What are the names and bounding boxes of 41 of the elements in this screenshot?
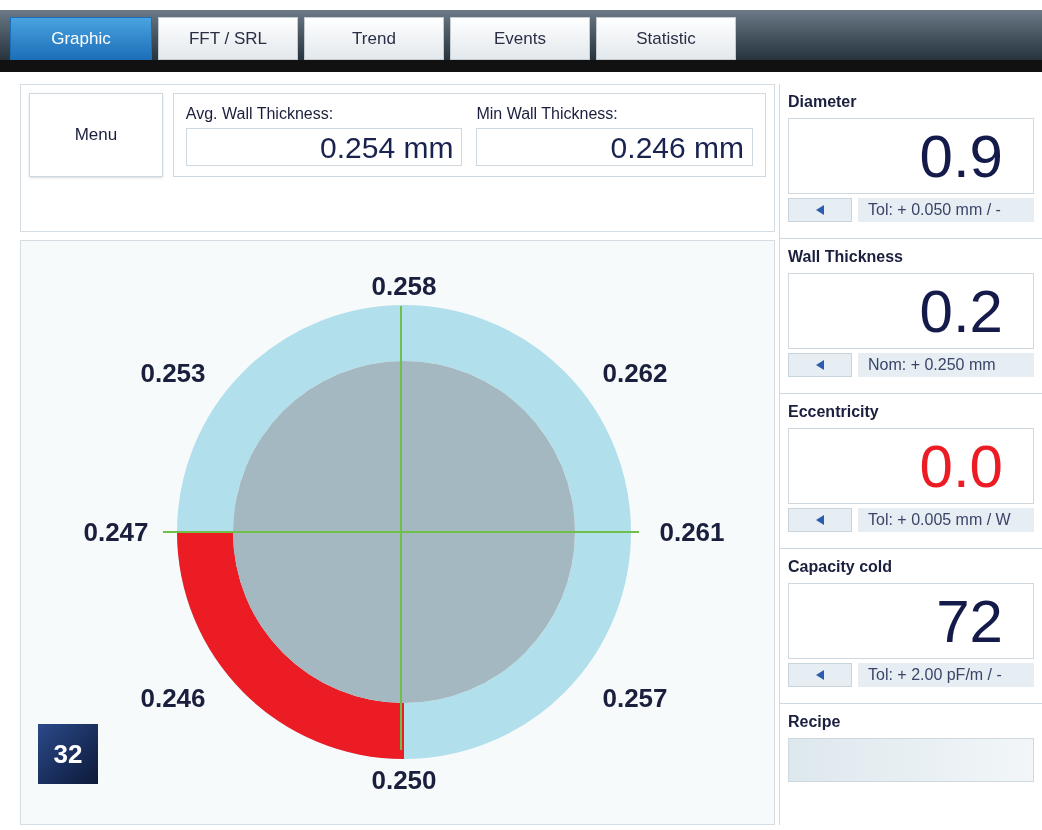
left-arrow-button[interactable] bbox=[788, 663, 852, 687]
measurement-value: 0.9 bbox=[788, 118, 1034, 194]
left-arrow-button[interactable] bbox=[788, 353, 852, 377]
sector-value: 0.247 bbox=[83, 519, 149, 545]
sector-value: 0.258 bbox=[371, 273, 437, 299]
measurement-title: Wall Thickness bbox=[788, 247, 904, 267]
menu-button[interactable]: Menu bbox=[29, 93, 163, 177]
summary-value: 0.246 mm bbox=[476, 128, 753, 166]
left-arrow-icon bbox=[816, 515, 824, 525]
sector-value: 0.257 bbox=[602, 685, 668, 711]
measurement-title: Eccentricity bbox=[788, 402, 880, 422]
left-arrow-icon bbox=[816, 670, 824, 680]
tolerance-field: Tol: + 2.00 pF/m / - bbox=[858, 663, 1034, 687]
left-arrow-button[interactable] bbox=[788, 198, 852, 222]
measurement-value: 0.2 bbox=[788, 273, 1034, 349]
sector-value: 0.253 bbox=[140, 360, 206, 386]
sector-value: 0.250 bbox=[371, 767, 437, 793]
recipe-title: Recipe bbox=[788, 712, 842, 732]
tab[interactable]: Graphic bbox=[10, 17, 152, 60]
tolerance-field: Tol: + 0.005 mm / W bbox=[858, 508, 1034, 532]
tab[interactable]: Trend bbox=[304, 17, 444, 60]
measurement-value: 72 bbox=[788, 583, 1034, 659]
measurement-value: 0.0 bbox=[788, 428, 1034, 504]
measurement-title: Diameter bbox=[788, 92, 858, 112]
left-arrow-button[interactable] bbox=[788, 508, 852, 532]
figure-number-badge: 32 bbox=[38, 724, 98, 784]
sector-value: 0.262 bbox=[602, 360, 668, 386]
sector-value: 0.261 bbox=[659, 519, 725, 545]
summary-label: Min Wall Thickness: bbox=[476, 104, 619, 124]
tolerance-field: Tol: + 0.050 mm / - bbox=[858, 198, 1034, 222]
sector-value: 0.246 bbox=[140, 685, 206, 711]
recipe-field[interactable] bbox=[788, 738, 1034, 782]
measurement-title: Capacity cold bbox=[788, 557, 894, 577]
tolerance-field: Nom: + 0.250 mm bbox=[858, 353, 1034, 377]
left-arrow-icon bbox=[816, 205, 824, 215]
tab[interactable]: Events bbox=[450, 17, 590, 60]
tab[interactable]: Statistic bbox=[596, 17, 736, 60]
summary-value: 0.254 mm bbox=[185, 128, 463, 166]
summary-label: Avg. Wall Thickness: bbox=[185, 104, 335, 124]
tab[interactable]: FFT / SRL bbox=[158, 17, 298, 60]
left-arrow-icon bbox=[816, 360, 824, 370]
